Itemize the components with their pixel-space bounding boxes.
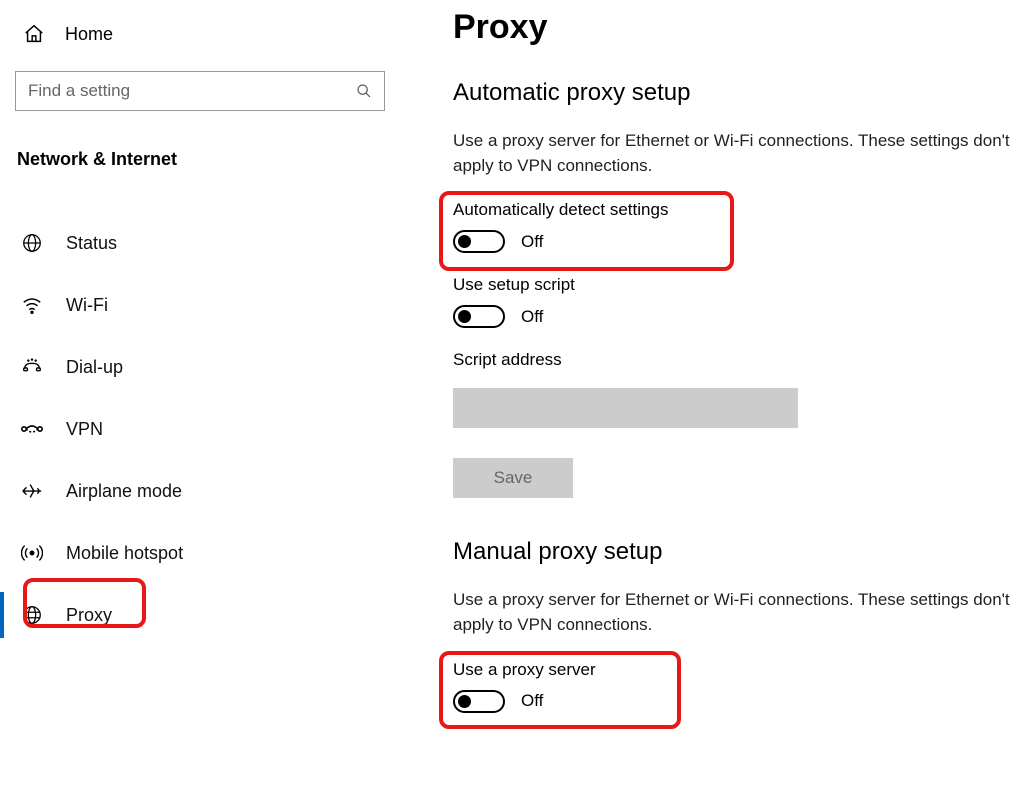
- vpn-icon: [20, 419, 44, 439]
- auto-section-desc: Use a proxy server for Ethernet or Wi-Fi…: [453, 129, 1013, 178]
- sidebar-item-label: Status: [66, 233, 117, 254]
- use-script-toggle[interactable]: [453, 305, 505, 328]
- manual-section-title: Manual proxy setup: [453, 538, 1019, 566]
- search-icon: [356, 83, 372, 99]
- page-title: Proxy: [453, 8, 1019, 47]
- home-label: Home: [65, 24, 113, 45]
- airplane-icon: [20, 480, 44, 502]
- sidebar-item-label: VPN: [66, 419, 103, 440]
- home-icon: [23, 23, 45, 45]
- sidebar-item-dialup[interactable]: Dial-up: [15, 336, 400, 398]
- use-script-label: Use setup script: [453, 275, 1019, 295]
- sidebar-item-label: Dial-up: [66, 357, 123, 378]
- sidebar-item-hotspot[interactable]: Mobile hotspot: [15, 522, 400, 584]
- script-address-block: Script address: [453, 350, 1019, 428]
- wifi-icon: [20, 294, 44, 316]
- main-panel: Proxy Automatic proxy setup Use a proxy …: [415, 0, 1024, 789]
- sidebar-item-airplane[interactable]: Airplane mode: [15, 460, 400, 522]
- search-input[interactable]: [28, 81, 356, 101]
- save-button[interactable]: Save: [453, 458, 573, 498]
- script-address-input: [453, 388, 798, 428]
- use-proxy-block: Use a proxy server Off: [453, 660, 1019, 713]
- sidebar-item-vpn[interactable]: VPN: [15, 398, 400, 460]
- search-box[interactable]: [15, 71, 385, 111]
- home-link[interactable]: Home: [15, 15, 400, 53]
- nav-list: Status Wi-Fi: [15, 212, 400, 646]
- sidebar-item-wifi[interactable]: Wi-Fi: [15, 274, 400, 336]
- sidebar-item-label: Mobile hotspot: [66, 543, 183, 564]
- script-address-label: Script address: [453, 350, 1019, 370]
- sidebar-item-status[interactable]: Status: [15, 212, 400, 274]
- use-script-state: Off: [521, 307, 543, 327]
- auto-detect-block: Automatically detect settings Off: [453, 200, 1019, 253]
- sidebar-item-label: Wi-Fi: [66, 295, 108, 316]
- auto-section-title: Automatic proxy setup: [453, 79, 1019, 107]
- manual-section-desc: Use a proxy server for Ethernet or Wi-Fi…: [453, 588, 1013, 637]
- sidebar: Home Network & Internet Status: [0, 0, 415, 789]
- highlight-annotation: [439, 191, 734, 271]
- category-title: Network & Internet: [15, 149, 400, 170]
- highlight-annotation: [439, 651, 681, 729]
- highlight-annotation: [23, 578, 146, 628]
- dialup-icon: [20, 356, 44, 378]
- globe-icon: [20, 232, 44, 254]
- hotspot-icon: [20, 542, 44, 564]
- sidebar-item-label: Airplane mode: [66, 481, 182, 502]
- use-script-block: Use setup script Off: [453, 275, 1019, 328]
